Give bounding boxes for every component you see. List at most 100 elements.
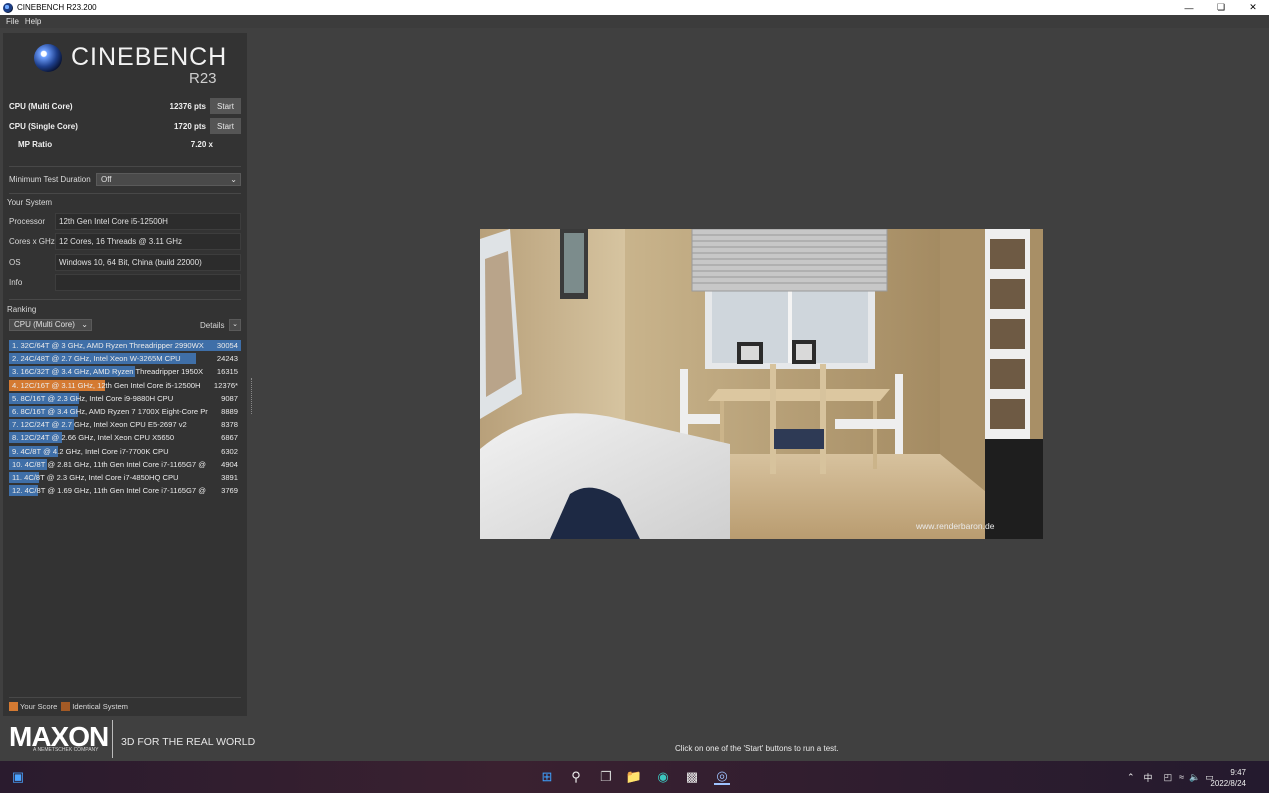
ranking-cpu-name: 5. 8C/16T @ 2.3 GHz, Intel Core i9-9880H… bbox=[12, 393, 174, 403]
ranking-row[interactable]: 4. 12C/16T @ 3.11 GHz, 12th Gen Intel Co… bbox=[9, 379, 241, 392]
tagline: 3D FOR THE REAL WORLD bbox=[121, 736, 256, 748]
maxon-subtitle: A NEMETSCHEK COMPANY bbox=[33, 747, 99, 753]
start-menu-icon[interactable]: ⊞ bbox=[539, 769, 555, 785]
close-button[interactable]: ✕ bbox=[1237, 0, 1269, 15]
your-system-title: Your System bbox=[7, 198, 53, 207]
clock[interactable]: 9:47 2022/8/24 bbox=[1210, 767, 1246, 789]
single-core-label: CPU (Single Core) bbox=[9, 122, 78, 131]
min-test-duration-select[interactable]: Off ⌄ bbox=[96, 173, 241, 186]
ranking-score: 3769 bbox=[221, 486, 238, 496]
mp-ratio-value: 7.20 x bbox=[190, 140, 213, 149]
clock-time: 9:47 bbox=[1230, 768, 1246, 777]
title-bar: CINEBENCH R23.200 — ❏ ✕ bbox=[0, 0, 1269, 15]
ranking-score: 9087 bbox=[221, 393, 238, 403]
identical-system-swatch bbox=[61, 702, 71, 711]
input-language[interactable]: 中 bbox=[1144, 771, 1153, 784]
ranking-row[interactable]: 11. 4C/8T @ 2.3 GHz, Intel Core i7-4850H… bbox=[9, 471, 241, 484]
system-label: Cores x GHz bbox=[9, 237, 55, 246]
chevron-down-icon: ⌄ bbox=[230, 175, 237, 184]
render-watermark: www.renderbaron.de bbox=[915, 521, 995, 531]
ranking-score: 8889 bbox=[221, 406, 238, 416]
ranking-row[interactable]: 6. 8C/16T @ 3.4 GHz, AMD Ryzen 7 1700X E… bbox=[9, 405, 241, 418]
input-mode-icon[interactable]: ◰ bbox=[1164, 772, 1173, 783]
menu-help[interactable]: Help bbox=[25, 17, 41, 26]
system-label: Processor bbox=[9, 217, 46, 226]
system-label: Info bbox=[9, 278, 23, 287]
details-toggle-button[interactable]: ⌄ bbox=[229, 319, 241, 331]
window-title: CINEBENCH R23.200 bbox=[17, 3, 97, 12]
divider bbox=[9, 166, 241, 167]
divider bbox=[9, 299, 241, 300]
ranking-score: 8378 bbox=[221, 420, 238, 430]
system-value: 12 Cores, 16 Threads @ 3.11 GHz bbox=[55, 233, 241, 250]
ranking-cpu-name: 7. 12C/24T @ 2.7 GHz, Intel Xeon CPU E5-… bbox=[12, 420, 187, 430]
ranking-row[interactable]: 8. 12C/24T @ 2.66 GHz, Intel Xeon CPU X5… bbox=[9, 431, 241, 444]
system-label: OS bbox=[9, 258, 21, 267]
wifi-icon[interactable]: ≈ bbox=[1179, 772, 1184, 782]
ranking-cpu-name: 9. 4C/8T @ 4.2 GHz, Intel Core i7-7700K … bbox=[12, 446, 169, 456]
logo-name: CINEBENCH bbox=[71, 43, 228, 71]
chevron-up-icon[interactable]: ⌃ bbox=[1127, 772, 1135, 783]
ranking-score: 30054 bbox=[216, 341, 238, 350]
single-core-start-button[interactable]: Start bbox=[210, 118, 241, 134]
ranking-list: 1. 32C/64T @ 3 GHz, AMD Ryzen Threadripp… bbox=[9, 339, 241, 497]
multi-core-row: CPU (Multi Core) 12376 pts Start bbox=[3, 98, 247, 116]
ranking-row[interactable]: 7. 12C/24T @ 2.7 GHz, Intel Xeon CPU E5-… bbox=[9, 418, 241, 431]
your-score-legend: Your Score bbox=[20, 702, 58, 711]
cinebench-logo-icon bbox=[34, 44, 62, 72]
search-icon[interactable]: ⚲ bbox=[568, 769, 584, 785]
ranking-score: 12376* bbox=[213, 380, 238, 390]
multi-core-start-button[interactable]: Start bbox=[210, 98, 241, 114]
single-core-score: 1720 pts bbox=[173, 122, 206, 131]
restore-button[interactable]: ❏ bbox=[1205, 0, 1237, 15]
ranking-row[interactable]: 12. 4C/8T @ 1.69 GHz, 11th Gen Intel Cor… bbox=[9, 484, 241, 497]
ranking-title: Ranking bbox=[7, 305, 37, 314]
taskbar: ▣ ⊞ ⚲ ❐ 📁 ◉ ▩ ◎ ⌃ 中 ◰ ≈ 🔈 ▭ 9:47 2022/8/… bbox=[0, 761, 1269, 793]
ranking-cpu-name: 2. 24C/48T @ 2.7 GHz, Intel Xeon W-3265M… bbox=[12, 354, 181, 364]
widgets-icon[interactable]: ▣ bbox=[10, 769, 26, 785]
info-field[interactable] bbox=[55, 274, 241, 291]
multi-core-label: CPU (Multi Core) bbox=[9, 102, 73, 111]
ranking-row[interactable]: 5. 8C/16T @ 2.3 GHz, Intel Core i9-9880H… bbox=[9, 392, 241, 405]
ranking-score: 24243 bbox=[216, 354, 238, 364]
file-explorer-icon[interactable]: 📁 bbox=[626, 769, 642, 785]
ranking-legend: Your Score Identical System bbox=[9, 702, 128, 711]
menu-bar: File Help bbox=[0, 15, 1269, 28]
store-icon[interactable]: ▩ bbox=[684, 769, 700, 785]
divider bbox=[112, 720, 113, 758]
clock-date: 2022/8/24 bbox=[1210, 779, 1246, 788]
ranking-score: 4904 bbox=[221, 459, 238, 469]
menu-file[interactable]: File bbox=[6, 17, 19, 26]
ranking-cpu-name: 3. 16C/32T @ 3.4 GHz, AMD Ryzen Threadri… bbox=[12, 367, 204, 377]
mp-ratio-row: MP Ratio 7.20 x bbox=[3, 138, 247, 152]
system-row-processor: Processor 12th Gen Intel Core i5-12500H bbox=[3, 213, 247, 230]
render-preview-image: www.renderbaron.de bbox=[480, 229, 1043, 539]
system-tray: ⌃ 中 ◰ ≈ 🔈 ▭ bbox=[1127, 761, 1214, 793]
identical-system-legend: Identical System bbox=[72, 702, 129, 711]
panel-resize-handle[interactable] bbox=[251, 378, 253, 414]
ranking-cpu-name: 8. 12C/24T @ 2.66 GHz, Intel Xeon CPU X5… bbox=[12, 433, 175, 443]
ranking-score: 6302 bbox=[221, 446, 238, 456]
cinebench-taskbar-icon[interactable]: ◎ bbox=[714, 768, 730, 785]
ranking-score: 6867 bbox=[221, 433, 238, 443]
task-view-icon[interactable]: ❐ bbox=[598, 769, 614, 785]
ranking-row[interactable]: 9. 4C/8T @ 4.2 GHz, Intel Core i7-7700K … bbox=[9, 445, 241, 458]
cinebench-logo: CINEBENCH R23 bbox=[3, 33, 247, 93]
volume-icon[interactable]: 🔈 bbox=[1189, 772, 1200, 783]
cinebench-app-icon bbox=[3, 2, 13, 13]
min-test-duration-row: Minimum Test Duration Off ⌄ bbox=[3, 173, 247, 187]
divider bbox=[9, 193, 241, 194]
render-scene: www.renderbaron.de bbox=[480, 229, 1043, 539]
ranking-cpu-name: 4. 12C/16T @ 3.11 GHz, 12th Gen Intel Co… bbox=[12, 380, 201, 390]
ranking-row[interactable]: 2. 24C/48T @ 2.7 GHz, Intel Xeon W-3265M… bbox=[9, 352, 241, 365]
ranking-row[interactable]: 1. 32C/64T @ 3 GHz, AMD Ryzen Threadripp… bbox=[9, 339, 241, 352]
ranking-cpu-name: 1. 32C/64T @ 3 GHz, AMD Ryzen Threadripp… bbox=[12, 341, 204, 350]
ranking-row[interactable]: 10. 4C/8T @ 2.81 GHz, 11th Gen Intel Cor… bbox=[9, 458, 241, 471]
ranking-type-select[interactable]: CPU (Multi Core) ⌄ bbox=[9, 319, 92, 331]
logo-version: R23 bbox=[189, 70, 217, 87]
ranking-row[interactable]: 3. 16C/32T @ 3.4 GHz, AMD Ryzen Threadri… bbox=[9, 365, 241, 378]
minimize-button[interactable]: — bbox=[1173, 0, 1205, 15]
edge-browser-icon[interactable]: ◉ bbox=[655, 769, 671, 785]
min-test-duration-value: Off bbox=[101, 175, 112, 184]
system-row-cores: Cores x GHz 12 Cores, 16 Threads @ 3.11 … bbox=[3, 233, 247, 250]
